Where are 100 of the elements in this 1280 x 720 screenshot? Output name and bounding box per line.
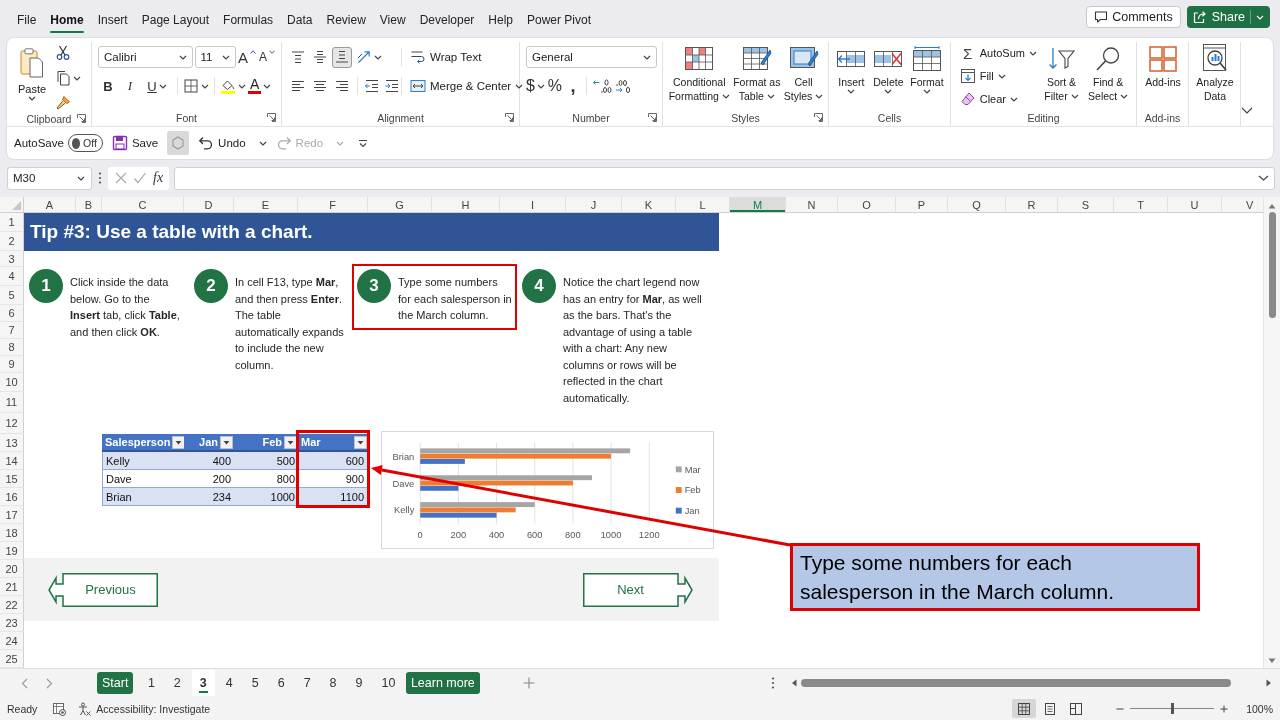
number-format-field[interactable]: General — [526, 46, 657, 68]
column-header[interactable]: A — [24, 197, 76, 212]
row-header[interactable]: 1 — [0, 213, 24, 232]
cells-button[interactable]: Insert — [835, 46, 868, 109]
ribbon-tab[interactable]: Formulas — [216, 8, 281, 34]
row-header[interactable]: 8 — [0, 339, 24, 356]
styles-button[interactable]: Conditional Formatting — [667, 46, 731, 109]
sheet-tab[interactable]: 4 — [217, 672, 241, 694]
scrollbar-thumb[interactable] — [1268, 212, 1276, 318]
column-header[interactable]: S — [1058, 197, 1114, 212]
formula-field[interactable] — [174, 166, 1275, 190]
customize-icon[interactable] — [358, 138, 369, 148]
cells-button[interactable]: Format — [909, 46, 945, 109]
row-header[interactable]: 19 — [0, 542, 24, 560]
column-header[interactable]: P — [896, 197, 948, 212]
chevron-left-icon[interactable] — [21, 677, 28, 689]
cells-button[interactable]: Delete — [872, 46, 905, 109]
chevron-down-icon[interactable] — [1241, 107, 1253, 114]
scrollbar-thumb[interactable] — [801, 679, 1231, 687]
more-icon[interactable] — [98, 171, 102, 185]
scroll-left-icon[interactable] — [791, 679, 797, 687]
ribbon-tab[interactable]: Data — [280, 8, 320, 34]
ribbon-tab[interactable]: View — [372, 8, 413, 34]
row-header[interactable]: 7 — [0, 322, 24, 339]
launcher-icon[interactable] — [814, 113, 823, 122]
chevron-right-icon[interactable] — [46, 677, 53, 689]
column-header[interactable]: M — [730, 197, 786, 212]
row-header[interactable]: 16 — [0, 488, 24, 506]
column-header[interactable]: U — [1168, 197, 1222, 212]
comments-button[interactable]: Comments — [1086, 6, 1181, 28]
row-header[interactable]: 5 — [0, 286, 24, 305]
column-header[interactable]: K — [622, 197, 676, 212]
save-button[interactable]: Save — [111, 132, 159, 154]
align-left-icon[interactable] — [290, 78, 306, 94]
shrink-font-button[interactable]: A — [258, 47, 276, 67]
plus-icon[interactable] — [1220, 704, 1229, 713]
ribbon-tab[interactable]: Power Pivot — [520, 8, 599, 34]
filter-dropdown-icon[interactable] — [284, 435, 297, 449]
launcher-icon[interactable] — [267, 113, 276, 122]
column-header[interactable]: Q — [948, 197, 1006, 212]
ribbon-tab[interactable]: Review — [319, 8, 373, 34]
row-header[interactable]: 23 — [0, 614, 24, 632]
row-header[interactable]: 13 — [0, 434, 24, 452]
column-header[interactable]: N — [786, 197, 838, 212]
accessibility-button[interactable]: Accessibility: Investigate — [78, 701, 211, 716]
grow-font-button[interactable]: A — [238, 47, 256, 67]
caret-icon[interactable] — [1258, 175, 1269, 181]
scroll-right-icon[interactable] — [1266, 679, 1272, 687]
row-header[interactable]: 14 — [0, 452, 24, 470]
name-box[interactable]: M30 — [7, 166, 92, 190]
sheet-tab[interactable]: 3 — [191, 670, 215, 696]
scissors-icon[interactable] — [55, 45, 71, 61]
check-icon[interactable] — [133, 171, 148, 185]
column-header[interactable]: T — [1114, 197, 1168, 212]
row-header[interactable]: 25 — [0, 650, 24, 668]
sheet-record-icon[interactable] — [52, 701, 67, 716]
bold-button[interactable]: B — [98, 76, 118, 96]
row-header[interactable]: 15 — [0, 470, 24, 488]
column-header[interactable]: C — [102, 197, 184, 212]
editing-button[interactable]: Fill — [959, 65, 1037, 87]
brush-icon[interactable] — [55, 95, 71, 111]
row-header[interactable]: 24 — [0, 632, 24, 650]
column-header[interactable]: D — [184, 197, 234, 212]
row-header[interactable]: 3 — [0, 251, 24, 267]
filter-dropdown-icon[interactable] — [220, 435, 233, 449]
styles-button[interactable]: Format as Table — [732, 46, 782, 109]
add-ins-button[interactable]: Add-ins — [1143, 46, 1183, 109]
row-header[interactable]: 6 — [0, 305, 24, 322]
slider-thumb[interactable] — [1170, 703, 1174, 714]
row-header[interactable]: 17 — [0, 506, 24, 524]
launcher-icon[interactable] — [648, 113, 657, 122]
underline-button[interactable]: U — [142, 76, 172, 96]
ribbon-tab[interactable]: Insert — [90, 8, 135, 34]
ribbon-tab[interactable]: Home — [43, 8, 91, 34]
sheet-tab[interactable]: 1 — [139, 672, 163, 694]
increase-indent-icon[interactable] — [384, 78, 400, 94]
view-button[interactable] — [1012, 699, 1037, 718]
row-header[interactable]: 4 — [0, 267, 24, 286]
column-header[interactable]: E — [234, 197, 298, 212]
sheet-tab[interactable]: 6 — [269, 672, 293, 694]
row-header[interactable]: 21 — [0, 578, 24, 596]
decrease-indent-icon[interactable] — [364, 78, 380, 94]
styles-button[interactable]: Cell Styles — [782, 46, 825, 109]
editing-button[interactable]: Find & Select — [1086, 46, 1131, 110]
sheet-tab[interactable]: 8 — [321, 672, 345, 694]
font-size-field[interactable]: 11 — [194, 46, 236, 68]
column-header[interactable]: H — [432, 197, 500, 212]
insert-function-button[interactable]: fx — [153, 170, 164, 186]
wrap-text-button[interactable]: Wrap Text — [410, 47, 482, 67]
undo-button[interactable]: Undo — [198, 132, 267, 154]
more-icon[interactable] — [771, 676, 775, 690]
sheet-tab[interactable]: 5 — [243, 672, 267, 694]
row-header[interactable]: 11 — [0, 392, 24, 413]
row-header[interactable]: 12 — [0, 413, 24, 434]
sheet-tab[interactable]: Learn more — [405, 672, 480, 694]
ribbon-tab[interactable]: Help — [481, 8, 520, 34]
ribbon-tab[interactable]: File — [10, 8, 44, 34]
borders-button[interactable] — [183, 76, 209, 96]
row-header[interactable]: 9 — [0, 356, 24, 373]
comma-button[interactable]: , — [564, 76, 581, 96]
